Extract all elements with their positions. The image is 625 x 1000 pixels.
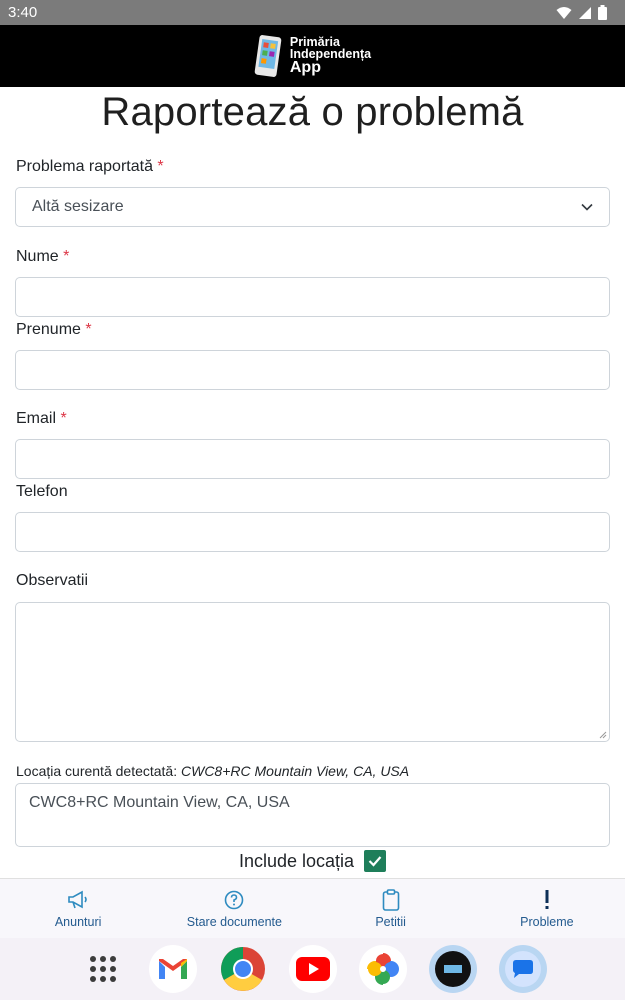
nav-probleme[interactable]: Probleme [472,889,622,929]
phone-logo-icon [254,35,282,77]
status-bar: 3:40 [0,0,625,25]
include-location-row: Include locația [0,850,625,872]
app-logo[interactable]: Primăria Independența App [254,34,371,78]
question-circle-icon [225,890,244,909]
status-time: 3:40 [8,4,38,21]
observatii-label: Observatii [16,572,89,589]
include-location-label: Include locația [238,850,355,871]
primaria-app-icon[interactable] [428,945,477,993]
required-marker: * [63,248,70,265]
gmail-icon[interactable] [148,945,197,993]
email-label: Email * [16,410,67,427]
clipboard-icon [382,888,399,911]
prenume-label: Prenume * [16,321,92,338]
observatii-textarea[interactable] [15,602,610,742]
prenume-input[interactable] [15,350,610,390]
nav-probleme-label: Probleme [520,914,574,929]
email-input[interactable] [15,439,610,479]
nav-anunturi[interactable]: Anunturi [3,889,153,929]
location-input[interactable]: CWC8+RC Mountain View, CA, USA [15,783,610,847]
problem-select-value: Altă sesizare [32,198,124,215]
youtube-icon[interactable] [288,945,337,993]
logo-line-3: App [289,59,321,76]
chevron-down-icon [581,203,593,211]
signal-icon [579,6,591,19]
include-location-checkbox[interactable] [364,850,387,872]
nume-input[interactable] [15,277,610,317]
resize-handle-icon[interactable] [599,731,607,739]
messages-icon[interactable] [498,945,547,993]
megaphone-icon [68,890,87,908]
location-detected: CWC8+RC Mountain View, CA, USA [181,763,410,779]
location-value: CWC8+RC Mountain View, CA, USA [29,794,290,811]
required-marker: * [60,410,67,427]
chrome-icon[interactable] [219,945,267,993]
nav-petitii-label: Petitii [375,914,406,929]
exclamation-icon [545,889,549,909]
wifi-icon [556,6,572,19]
nav-stare-documente-label: Stare documente [186,914,282,929]
nav-stare-documente[interactable]: Stare documente [159,889,309,929]
status-icons [556,5,607,20]
problem-label: Problema raportată * [16,158,164,175]
page-title: Raportează o problemă [101,90,524,134]
telefon-label: Telefon [16,483,68,500]
check-icon [368,856,382,867]
location-label: Locația curentă detectată: CWC8+RC Mount… [16,763,410,779]
nav-anunturi-label: Anunturi [54,914,102,929]
required-marker: * [85,321,92,338]
nume-label: Nume * [16,248,70,265]
problem-select[interactable]: Altă sesizare [15,187,610,227]
nav-petitii[interactable]: Petitii [316,888,466,929]
app-header: Primăria Independența App [0,25,625,87]
battery-icon [598,5,607,20]
android-dock [0,938,625,1000]
required-marker: * [157,158,164,175]
telefon-input[interactable] [15,512,610,552]
photos-icon[interactable] [358,945,407,993]
bottom-nav: Anunturi Stare documente Petitii Problem… [0,878,625,938]
app-drawer-icon[interactable] [79,945,127,993]
